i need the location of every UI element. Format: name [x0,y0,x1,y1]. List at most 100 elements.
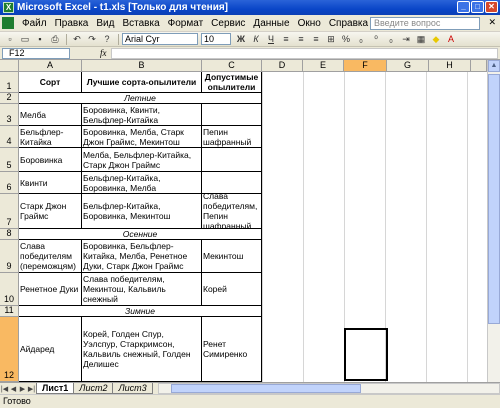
cell-a7[interactable]: Старк Джон Граймс [19,194,82,229]
header-cell-best-pollinators[interactable]: Лучшие сорта-опылители [82,72,202,93]
font-color-icon[interactable]: A [444,33,458,45]
fx-icon[interactable]: fx [100,48,107,58]
sheet-tab-3[interactable]: Лист3 [112,383,153,394]
cell-c5[interactable] [202,148,262,172]
cell-c9[interactable]: Мекинтош [202,240,262,273]
font-size-select[interactable]: 10 [201,33,231,45]
row-header-12[interactable]: 12 [0,317,19,382]
merge-center-icon[interactable]: ⊞ [324,33,338,45]
cell-a12[interactable]: Айдаред [19,317,82,382]
formula-input[interactable] [110,47,498,59]
cell-c7[interactable]: Слава победителям, Пепин шафранный [202,194,262,229]
menu-help[interactable]: Справка [325,18,372,29]
row-header-7[interactable]: 7 [0,194,19,229]
menu-window[interactable]: Окно [294,18,325,29]
open-icon[interactable]: ▭ [18,33,32,45]
menu-edit[interactable]: Правка [51,18,93,29]
menu-file[interactable]: Файл [18,18,51,29]
name-box[interactable]: F12 [2,47,70,59]
cell-a3[interactable]: Мелба [19,104,82,126]
maximize-button[interactable]: □ [471,1,484,13]
indent-icon[interactable]: ⇥ [399,33,413,45]
cell-c4[interactable]: Пепин шафранный [202,126,262,148]
cell-a6[interactable]: Квинти [19,172,82,194]
italic-icon[interactable]: К [249,33,263,45]
cell-a5[interactable]: Боровинка [19,148,82,172]
undo-icon[interactable]: ↶ [70,33,84,45]
row-header-1[interactable]: 1 [0,72,19,93]
decrease-decimal-icon[interactable]: ₀ [384,33,398,45]
row-header-9[interactable]: 9 [0,240,19,273]
help-question-input[interactable]: Введите вопрос [370,17,480,30]
sheet-tab-2[interactable]: Лист2 [73,383,114,394]
row-header-3[interactable]: 3 [0,104,19,126]
next-sheet-icon[interactable]: ▶ [18,385,27,393]
cell-a10[interactable]: Ренетное Дуки [19,273,82,306]
section-autumn[interactable]: Осенние [19,229,262,240]
row-header-10[interactable]: 10 [0,273,19,306]
currency-icon[interactable]: % [339,33,353,45]
row-header-4[interactable]: 4 [0,126,19,148]
cell-c3[interactable] [202,104,262,126]
row-header-11[interactable]: 11 [0,305,19,317]
borders-icon[interactable]: ▦ [414,33,428,45]
column-header-d[interactable]: D [262,60,303,72]
close-button[interactable]: ✕ [485,1,498,13]
vertical-scroll-thumb[interactable] [488,74,500,324]
cell-b6[interactable]: Бельфлер-Китайка, Боровинка, Мелба [82,172,202,194]
align-center-icon[interactable]: ≡ [294,33,308,45]
prev-sheet-icon[interactable]: ◀ [9,385,18,393]
cell-a4[interactable]: Бельфлер-Китайка [19,126,82,148]
column-header-c[interactable]: C [202,60,262,72]
bold-icon[interactable]: Ж [234,33,248,45]
row-header-2[interactable]: 2 [0,92,19,104]
print-icon[interactable]: ⎙ [48,33,62,45]
section-winter[interactable]: Зимние [19,306,262,317]
cell-b4[interactable]: Боровинка, Мелба, Старк Джон Граймс, Мек… [82,126,202,148]
column-header-g[interactable]: G [387,60,429,72]
section-summer[interactable]: Летние [19,93,262,104]
cell-b5[interactable]: Мелба, Бельфлер-Китайка, Старк Джон Грай… [82,148,202,172]
increase-decimal-icon[interactable]: ⁰ [369,33,383,45]
column-header-f[interactable]: F [344,60,387,72]
last-sheet-icon[interactable]: ▶| [27,385,36,393]
workbook-icon[interactable] [2,17,14,29]
column-header-a[interactable]: A [19,60,82,72]
menu-data[interactable]: Данные [249,18,293,29]
cell-c6[interactable] [202,172,262,194]
menu-tools[interactable]: Сервис [207,18,249,29]
cell-c10[interactable]: Корей [202,273,262,306]
cell-b9[interactable]: Боровинка, Бельфлер-Китайка, Мелба, Рене… [82,240,202,273]
active-cell-f12[interactable] [344,328,388,381]
horizontal-scrollbar[interactable] [157,383,500,394]
select-all-corner[interactable] [0,60,19,72]
thousands-icon[interactable]: ₀ [354,33,368,45]
header-cell-allowed-pollinators[interactable]: Допустимые опылители [202,72,262,93]
menu-view[interactable]: Вид [92,18,118,29]
cell-b7[interactable]: Бельфлер-Китайка, Боровинка, Мекинтош [82,194,202,229]
minimize-button[interactable]: _ [457,1,470,13]
cell-b12[interactable]: Корей, Голден Спур, Уэлспур, Старкримсон… [82,317,202,382]
column-header-b[interactable]: B [82,60,202,72]
sheet-tab-1[interactable]: Лист1 [36,383,75,394]
workbook-close-icon[interactable]: ✕ [488,17,496,28]
header-cell-sort[interactable]: Сорт [19,72,82,93]
align-left-icon[interactable]: ≡ [279,33,293,45]
underline-icon[interactable]: Ч [264,33,278,45]
scroll-up-icon[interactable]: ▲ [488,60,500,72]
font-name-select[interactable]: Arial Cyr [122,33,198,45]
new-icon[interactable]: ▫ [3,33,17,45]
fill-color-icon[interactable]: ◆ [429,33,443,45]
cell-b3[interactable]: Боровинка, Квинти, Бельфлер-Китайка [82,104,202,126]
menu-insert[interactable]: Вставка [118,18,163,29]
row-header-5[interactable]: 5 [0,148,19,172]
cell-a9[interactable]: Слава победителям (переможцям) [19,240,82,273]
vertical-scrollbar[interactable]: ▲ [487,60,500,382]
menu-format[interactable]: Формат [164,18,208,29]
column-header-h[interactable]: H [429,60,471,72]
redo-icon[interactable]: ↷ [85,33,99,45]
column-header-e[interactable]: E [303,60,344,72]
row-header-6[interactable]: 6 [0,172,19,194]
excel-app-icon[interactable]: X [3,2,14,13]
save-icon[interactable]: ▪ [33,33,47,45]
